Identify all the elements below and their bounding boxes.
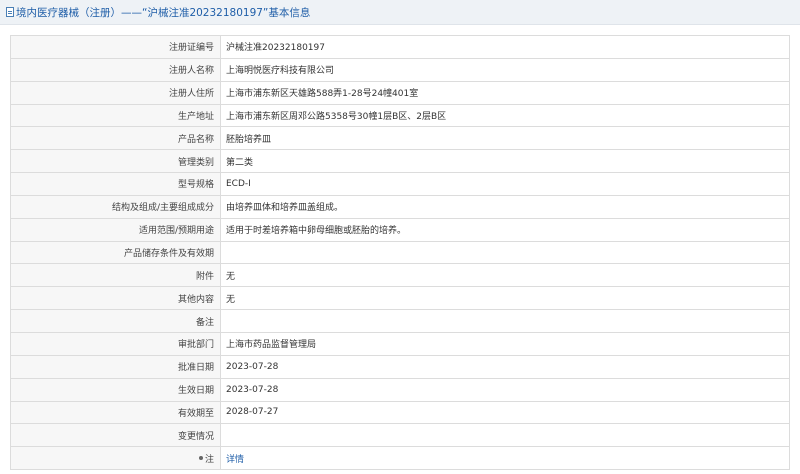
field-value: 适用于时差培养箱中卵母细胞或胚胎的培养。	[220, 217, 790, 242]
field-label: 其他内容	[10, 286, 221, 311]
field-value: 上海市浦东新区周邓公路5358号30幢1层B区、2层B区	[220, 103, 790, 128]
field-label: 注册人住所	[10, 80, 221, 105]
table-row: 变更情况	[10, 423, 790, 448]
document-icon	[6, 7, 14, 17]
page-title: 境内医疗器械（注册）——“沪械注准20232180197”基本信息	[16, 6, 311, 19]
note-label: 注	[204, 454, 214, 465]
field-label: 批准日期	[10, 354, 221, 379]
field-label: 注册人名称	[10, 57, 221, 82]
field-label: 生产地址	[10, 103, 221, 128]
field-value: 上海市药品监督管理局	[220, 331, 790, 356]
table-row: 注册人名称 上海明悦医疗科技有限公司	[10, 57, 790, 82]
page: 境内医疗器械（注册）——“沪械注准20232180197”基本信息 注册证编号 …	[0, 0, 800, 474]
table-row: 生效日期 2023-07-28	[10, 377, 790, 402]
details-link[interactable]: 详情	[226, 455, 244, 465]
info-table: 注册证编号 沪械注准20232180197 注册人名称 上海明悦医疗科技有限公司…	[10, 35, 790, 471]
field-value	[220, 423, 790, 448]
table-row: 管理类别 第二类	[10, 149, 790, 174]
field-label: 审批部门	[10, 331, 221, 356]
field-value: 无	[220, 286, 790, 311]
table-row: 注册证编号 沪械注准20232180197	[10, 35, 790, 59]
field-value: 第二类	[220, 149, 790, 174]
field-label: 产品储存条件及有效期	[10, 240, 221, 265]
bullet-icon	[198, 456, 203, 461]
field-value: 上海明悦医疗科技有限公司	[220, 57, 790, 82]
table-row: 生产地址 上海市浦东新区周邓公路5358号30幢1层B区、2层B区	[10, 103, 790, 128]
field-value	[220, 240, 790, 265]
table-row: 型号规格 ECD-I	[10, 172, 790, 196]
table-row: 审批部门 上海市药品监督管理局	[10, 331, 790, 356]
field-label: 有效期至	[10, 400, 221, 425]
field-label: 备注	[10, 309, 221, 333]
note-row: 注 详情	[10, 446, 790, 471]
note-value-cell: 详情	[220, 446, 790, 471]
note-label-cell: 注	[10, 446, 221, 471]
table-row: 备注	[10, 309, 790, 333]
field-label: 产品名称	[10, 126, 221, 151]
field-label: 结构及组成/主要组成成分	[10, 194, 221, 219]
page-header: 境内医疗器械（注册）——“沪械注准20232180197”基本信息	[0, 0, 800, 25]
field-value: 2023-07-28	[220, 377, 790, 402]
field-value: 沪械注准20232180197	[220, 35, 790, 59]
field-label: 适用范围/预期用途	[10, 217, 221, 242]
field-value: 无	[220, 263, 790, 288]
field-label: 变更情况	[10, 423, 221, 448]
field-label: 型号规格	[10, 172, 221, 196]
table-row: 结构及组成/主要组成成分 由培养皿体和培养皿盖组成。	[10, 194, 790, 219]
field-label: 附件	[10, 263, 221, 288]
table-row: 批准日期 2023-07-28	[10, 354, 790, 379]
table-row: 注册人住所 上海市浦东新区天雄路588弄1-28号24幢401室	[10, 80, 790, 105]
field-value: 由培养皿体和培养皿盖组成。	[220, 194, 790, 219]
table-row: 附件 无	[10, 263, 790, 288]
table-row: 适用范围/预期用途 适用于时差培养箱中卵母细胞或胚胎的培养。	[10, 217, 790, 242]
field-value: 上海市浦东新区天雄路588弄1-28号24幢401室	[220, 80, 790, 105]
field-label: 管理类别	[10, 149, 221, 174]
table-row: 其他内容 无	[10, 286, 790, 311]
field-label: 注册证编号	[10, 35, 221, 59]
table-row: 产品名称 胚胎培养皿	[10, 126, 790, 151]
field-value: 2023-07-28	[220, 354, 790, 379]
field-value	[220, 309, 790, 333]
field-value: 2028-07-27	[220, 400, 790, 425]
table-row: 产品储存条件及有效期	[10, 240, 790, 265]
field-label: 生效日期	[10, 377, 221, 402]
field-value: ECD-I	[220, 172, 790, 196]
table-row: 有效期至 2028-07-27	[10, 400, 790, 425]
field-value: 胚胎培养皿	[220, 126, 790, 151]
